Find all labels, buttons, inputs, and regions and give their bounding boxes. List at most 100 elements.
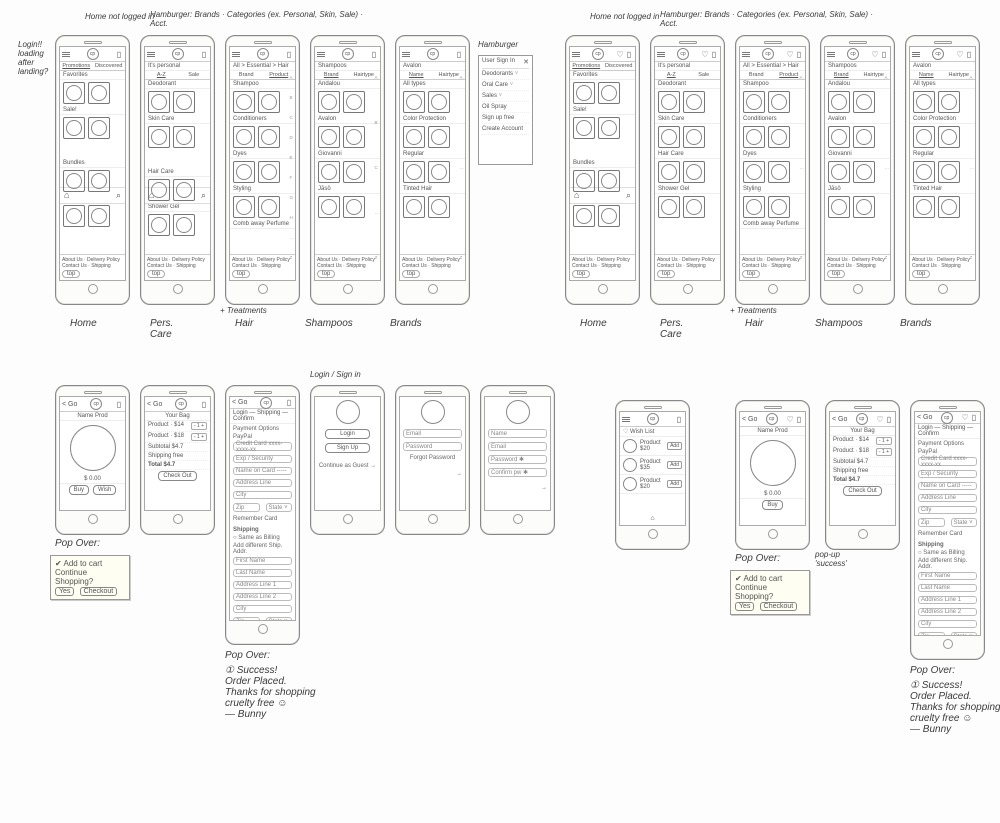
hamburger-icon[interactable] [742, 52, 750, 57]
field-addr[interactable]: Address Line [918, 494, 977, 502]
tab-sale[interactable]: Sale [688, 71, 721, 79]
logo[interactable]: cp [592, 48, 604, 60]
product-thumb[interactable] [683, 161, 705, 183]
field-scity[interactable]: City [918, 620, 977, 628]
product-thumb[interactable] [428, 161, 450, 183]
product-thumb[interactable] [743, 91, 765, 113]
product-thumb[interactable] [233, 161, 255, 183]
search-icon[interactable] [626, 190, 631, 201]
tab-brand[interactable]: Brand [825, 71, 858, 79]
alpha-scroll[interactable]: ABCDEFGH…Z [290, 75, 295, 260]
popover-yes[interactable]: Yes [55, 587, 74, 596]
logo[interactable]: cp [175, 398, 187, 410]
opt-paypal[interactable]: PayPal [230, 432, 295, 440]
product-thumb[interactable] [258, 91, 280, 113]
product-thumb[interactable] [173, 214, 195, 236]
product-thumb[interactable] [683, 91, 705, 113]
field-cc[interactable]: Credit Card xxxx-xxxx-xx [918, 457, 977, 466]
logo[interactable]: cp [856, 413, 868, 425]
alpha-scroll[interactable]: A…Z [970, 75, 975, 260]
logo[interactable]: cp [172, 48, 184, 60]
product-thumb[interactable] [828, 126, 850, 148]
product-thumb[interactable] [853, 126, 875, 148]
product-thumb[interactable] [258, 196, 280, 218]
alpha-scroll[interactable]: A…Z [885, 75, 890, 260]
product-thumb[interactable] [88, 170, 110, 192]
heart-icon[interactable] [616, 50, 624, 58]
product-thumb[interactable] [938, 196, 960, 218]
checkout-button[interactable]: Check Out [843, 486, 881, 496]
qty-stepper[interactable]: - 1 + [876, 437, 892, 445]
product-thumb[interactable] [828, 161, 850, 183]
field-sstate[interactable]: State ˅ [951, 632, 978, 636]
product-thumb[interactable] [173, 126, 195, 148]
checkout-button[interactable]: Check Out [158, 471, 196, 481]
field-ln[interactable]: Last Name [918, 584, 977, 592]
close-icon[interactable] [523, 58, 529, 66]
product-thumb[interactable] [318, 126, 340, 148]
bag-icon[interactable] [285, 399, 293, 407]
field-password[interactable]: Password ✱ [488, 455, 547, 464]
guest-link[interactable]: Continue as Guest → [315, 461, 380, 469]
wish-thumb[interactable] [623, 439, 637, 453]
field-fn[interactable]: First Name [233, 557, 292, 565]
fly-item[interactable]: Oral Care [482, 80, 529, 91]
bag-icon[interactable] [200, 400, 208, 408]
product-thumb[interactable] [233, 91, 255, 113]
back-link[interactable]: < Go [62, 401, 77, 408]
fly-item[interactable]: Sign up free [482, 113, 529, 124]
radio-same[interactable]: Same as Billing [230, 533, 295, 541]
back-link[interactable]: < Go [917, 414, 932, 421]
next-arrow[interactable]: → [485, 483, 550, 491]
product-thumb[interactable] [428, 91, 450, 113]
product-thumb[interactable] [573, 170, 595, 192]
logo[interactable]: cp [932, 48, 944, 60]
back-to-top[interactable]: top [62, 270, 80, 278]
product-thumb[interactable] [768, 126, 790, 148]
product-thumb[interactable] [658, 161, 680, 183]
login-button[interactable]: Login [325, 429, 370, 439]
product-thumb[interactable] [318, 161, 340, 183]
product-thumb[interactable] [828, 196, 850, 218]
bag-icon[interactable] [625, 50, 633, 58]
wish-thumb[interactable] [623, 458, 637, 472]
bag-icon[interactable] [455, 50, 463, 58]
back-link[interactable]: < Go [147, 401, 162, 408]
bag-icon[interactable] [795, 50, 803, 58]
product-thumb[interactable] [63, 117, 85, 139]
hamburger-icon[interactable] [147, 52, 155, 57]
product-thumb[interactable] [828, 91, 850, 113]
field-szip[interactable]: Zip [918, 632, 945, 636]
hamburger-icon[interactable] [827, 52, 835, 57]
product-thumb[interactable] [853, 161, 875, 183]
product-thumb[interactable] [63, 170, 85, 192]
hamburger-icon[interactable] [657, 52, 665, 57]
product-thumb[interactable] [913, 161, 935, 183]
bag-icon[interactable] [285, 50, 293, 58]
logo[interactable]: cp [647, 413, 659, 425]
logo[interactable]: cp [941, 412, 953, 424]
heart-icon[interactable] [701, 50, 709, 58]
qty-stepper[interactable]: - 1 + [876, 448, 892, 456]
back-to-top[interactable]: top [657, 270, 675, 278]
heart-icon[interactable] [786, 415, 794, 423]
logo[interactable]: cp [762, 48, 774, 60]
field-zip[interactable]: Zip [233, 503, 260, 512]
logo[interactable]: cp [260, 397, 272, 409]
field-nameon[interactable]: Name on Card ----- [233, 467, 292, 475]
heart-icon[interactable] [786, 50, 794, 58]
hamburger-icon[interactable] [62, 52, 70, 57]
search-icon[interactable] [116, 190, 121, 201]
product-thumb[interactable] [403, 91, 425, 113]
product-thumb[interactable] [258, 161, 280, 183]
bag-icon[interactable] [370, 50, 378, 58]
opt-diff[interactable]: Add different Ship. Addr. [230, 541, 295, 555]
back-link[interactable]: < Go [832, 416, 847, 423]
product-thumb[interactable] [403, 126, 425, 148]
back-link[interactable]: < Go [232, 399, 247, 406]
tab-brand[interactable]: Brand [740, 71, 773, 79]
fly-item[interactable]: Oil Spray [482, 102, 529, 113]
logo[interactable]: cp [847, 48, 859, 60]
fly-item[interactable]: Sales [482, 91, 529, 102]
product-thumb[interactable] [63, 82, 85, 104]
